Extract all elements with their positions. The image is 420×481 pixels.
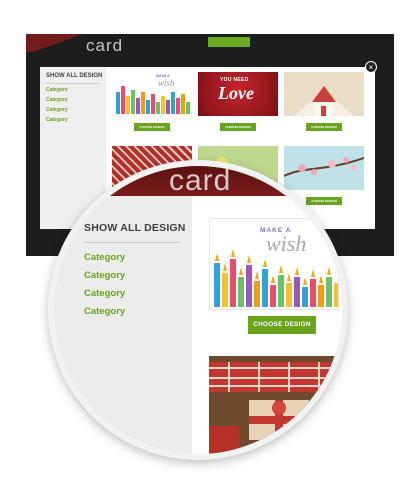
- magnified-card-text-2: wish: [266, 231, 307, 256]
- background-logo: card: [86, 36, 124, 55]
- magnified-gift-wrap-photo[interactable]: [209, 356, 339, 454]
- gift-wrap-art: [209, 356, 339, 454]
- magnified-card-make-a-wish[interactable]: MAKE A wish: [209, 218, 339, 310]
- modal-sidebar-divider: [46, 83, 100, 84]
- background-button: [208, 37, 250, 47]
- magnified-category-4[interactable]: Category: [84, 306, 125, 317]
- love-card-main-text: Love: [218, 83, 254, 103]
- screenshot-stage: card SHOW ALL DESIGN Category Category C…: [0, 0, 420, 481]
- thumb-make-a-wish[interactable]: MAKE A wish: [112, 72, 192, 116]
- choose-design-button-2[interactable]: CHOOSE DESIGN: [220, 123, 256, 131]
- thumb-you-need-love[interactable]: YOU NEED Love: [198, 72, 278, 116]
- modal-category-2[interactable]: Category: [46, 97, 68, 103]
- magnified-category-3[interactable]: Category: [84, 288, 125, 299]
- thumb-pop-up-house[interactable]: [284, 72, 364, 116]
- magnified-category-2[interactable]: Category: [84, 270, 125, 281]
- magnified-category-1[interactable]: Category: [84, 252, 125, 263]
- modal-category-4[interactable]: Category: [46, 117, 68, 123]
- magnified-content: SHOW ALL DESIGN Category Category Catego…: [54, 166, 342, 454]
- close-icon[interactable]: ×: [365, 61, 377, 73]
- choose-design-button-1[interactable]: CHOOSE DESIGN: [134, 123, 170, 131]
- magnified-sidebar-title[interactable]: SHOW ALL DESIGN: [84, 222, 186, 234]
- modal-category-1[interactable]: Category: [46, 87, 68, 93]
- thumb-card-text-2: wish: [158, 78, 175, 88]
- choose-design-button-3[interactable]: CHOOSE DESIGN: [306, 123, 342, 131]
- choose-design-button[interactable]: CHOOSE DESIGN: [248, 316, 316, 334]
- modal-sidebar-title[interactable]: SHOW ALL DESIGN: [46, 73, 102, 79]
- modal-category-3[interactable]: Category: [46, 107, 68, 113]
- magnified-sidebar-divider: [84, 242, 180, 243]
- make-a-wish-candles-art: [112, 72, 192, 116]
- pop-up-house-art: [284, 72, 364, 116]
